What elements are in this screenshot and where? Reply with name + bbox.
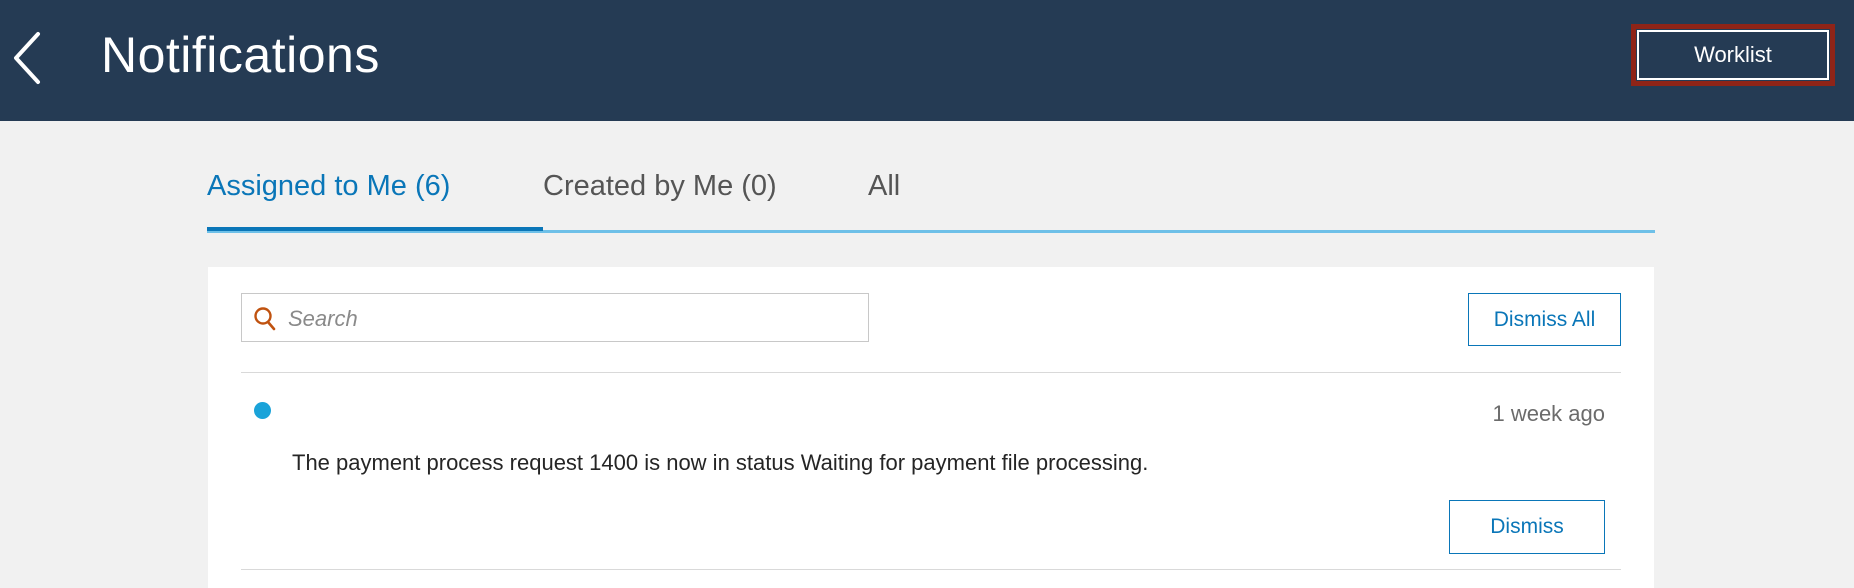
search-icon bbox=[253, 306, 277, 332]
active-tab-indicator bbox=[207, 227, 543, 231]
search-field[interactable] bbox=[241, 293, 869, 342]
notification-timestamp: 1 week ago bbox=[1492, 401, 1605, 426]
divider bbox=[241, 569, 1621, 570]
app-header: Notifications Worklist bbox=[0, 0, 1854, 121]
notification-message[interactable]: The payment process request 1400 is now … bbox=[292, 450, 1148, 476]
tab-bar: Assigned to Me (6) Created by Me (0) All bbox=[207, 140, 1655, 233]
tab-assigned-to-me[interactable]: Assigned to Me (6) bbox=[207, 170, 450, 203]
tab-created-by-me[interactable]: Created by Me (0) bbox=[543, 170, 777, 203]
chevron-left-icon bbox=[14, 32, 40, 84]
unread-indicator bbox=[254, 402, 271, 419]
divider bbox=[241, 372, 1621, 373]
dismiss-all-button[interactable]: Dismiss All bbox=[1468, 293, 1621, 346]
search-input[interactable] bbox=[286, 302, 860, 336]
back-button[interactable] bbox=[6, 24, 56, 92]
page-title: Notifications bbox=[101, 27, 380, 83]
tab-all[interactable]: All bbox=[868, 170, 900, 203]
dismiss-button[interactable]: Dismiss bbox=[1449, 500, 1605, 554]
worklist-button[interactable]: Worklist bbox=[1637, 30, 1829, 80]
